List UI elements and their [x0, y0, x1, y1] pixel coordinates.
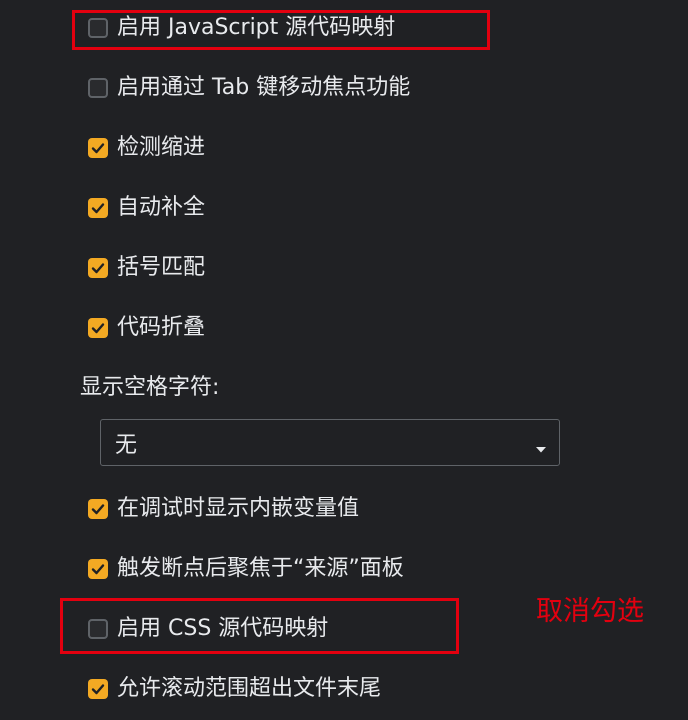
whitespace-label: 显示空格字符: — [80, 375, 220, 400]
focus-sources-label: 触发断点后聚焦于“来源”面板 — [117, 556, 404, 581]
code-folding-label: 代码折叠 — [117, 315, 206, 340]
annotation-uncheck: 取消勾选 — [536, 596, 644, 627]
tab-focus-label: 启用通过 Tab 键移动焦点功能 — [117, 75, 411, 100]
checkbox-row-detect-indent[interactable]: 检测缩进 — [88, 135, 205, 161]
js-source-maps-checkbox[interactable] — [88, 18, 108, 38]
checkmark-icon — [91, 323, 105, 334]
whitespace-select[interactable]: 无 — [100, 419, 560, 466]
checkbox-row-tab-focus[interactable]: 启用通过 Tab 键移动焦点功能 — [88, 75, 410, 101]
focus-sources-checkbox[interactable] — [88, 559, 108, 579]
scroll-past-end-checkbox[interactable] — [88, 679, 108, 699]
chevron-down-icon — [535, 439, 547, 458]
autocomplete-checkbox[interactable] — [88, 198, 108, 218]
checkmark-icon — [91, 504, 105, 515]
checkbox-row-js-source-maps[interactable]: 启用 JavaScript 源代码映射 — [88, 15, 395, 41]
js-source-maps-label: 启用 JavaScript 源代码映射 — [117, 15, 396, 40]
css-source-maps-label: 启用 CSS 源代码映射 — [117, 616, 329, 641]
detect-indent-label: 检测缩进 — [117, 135, 206, 160]
autocomplete-label: 自动补全 — [117, 195, 206, 220]
checkbox-row-inline-values[interactable]: 在调试时显示内嵌变量值 — [88, 496, 359, 522]
bracket-matching-label: 括号匹配 — [117, 255, 206, 280]
checkmark-icon — [91, 203, 105, 214]
checkbox-row-code-folding[interactable]: 代码折叠 — [88, 315, 205, 341]
settings-panel: 启用 JavaScript 源代码映射 启用通过 Tab 键移动焦点功能 检测缩… — [0, 0, 688, 720]
checkbox-row-scroll-past-end[interactable]: 允许滚动范围超出文件末尾 — [88, 676, 381, 702]
detect-indent-checkbox[interactable] — [88, 138, 108, 158]
checkbox-row-autocomplete[interactable]: 自动补全 — [88, 195, 205, 221]
checkbox-row-css-source-maps[interactable]: 启用 CSS 源代码映射 — [88, 616, 328, 642]
checkmark-icon — [91, 143, 105, 154]
checkbox-row-focus-sources[interactable]: 触发断点后聚焦于“来源”面板 — [88, 556, 404, 582]
tab-focus-checkbox[interactable] — [88, 78, 108, 98]
inline-values-checkbox[interactable] — [88, 499, 108, 519]
inline-values-label: 在调试时显示内嵌变量值 — [117, 496, 360, 521]
checkmark-icon — [91, 564, 105, 575]
checkmark-icon — [91, 684, 105, 695]
code-folding-checkbox[interactable] — [88, 318, 108, 338]
bracket-matching-checkbox[interactable] — [88, 258, 108, 278]
checkbox-row-bracket-matching[interactable]: 括号匹配 — [88, 255, 205, 281]
css-source-maps-checkbox[interactable] — [88, 619, 108, 639]
checkmark-icon — [91, 263, 105, 274]
whitespace-select-value: 无 — [115, 432, 138, 458]
scroll-past-end-label: 允许滚动范围超出文件末尾 — [117, 676, 382, 701]
